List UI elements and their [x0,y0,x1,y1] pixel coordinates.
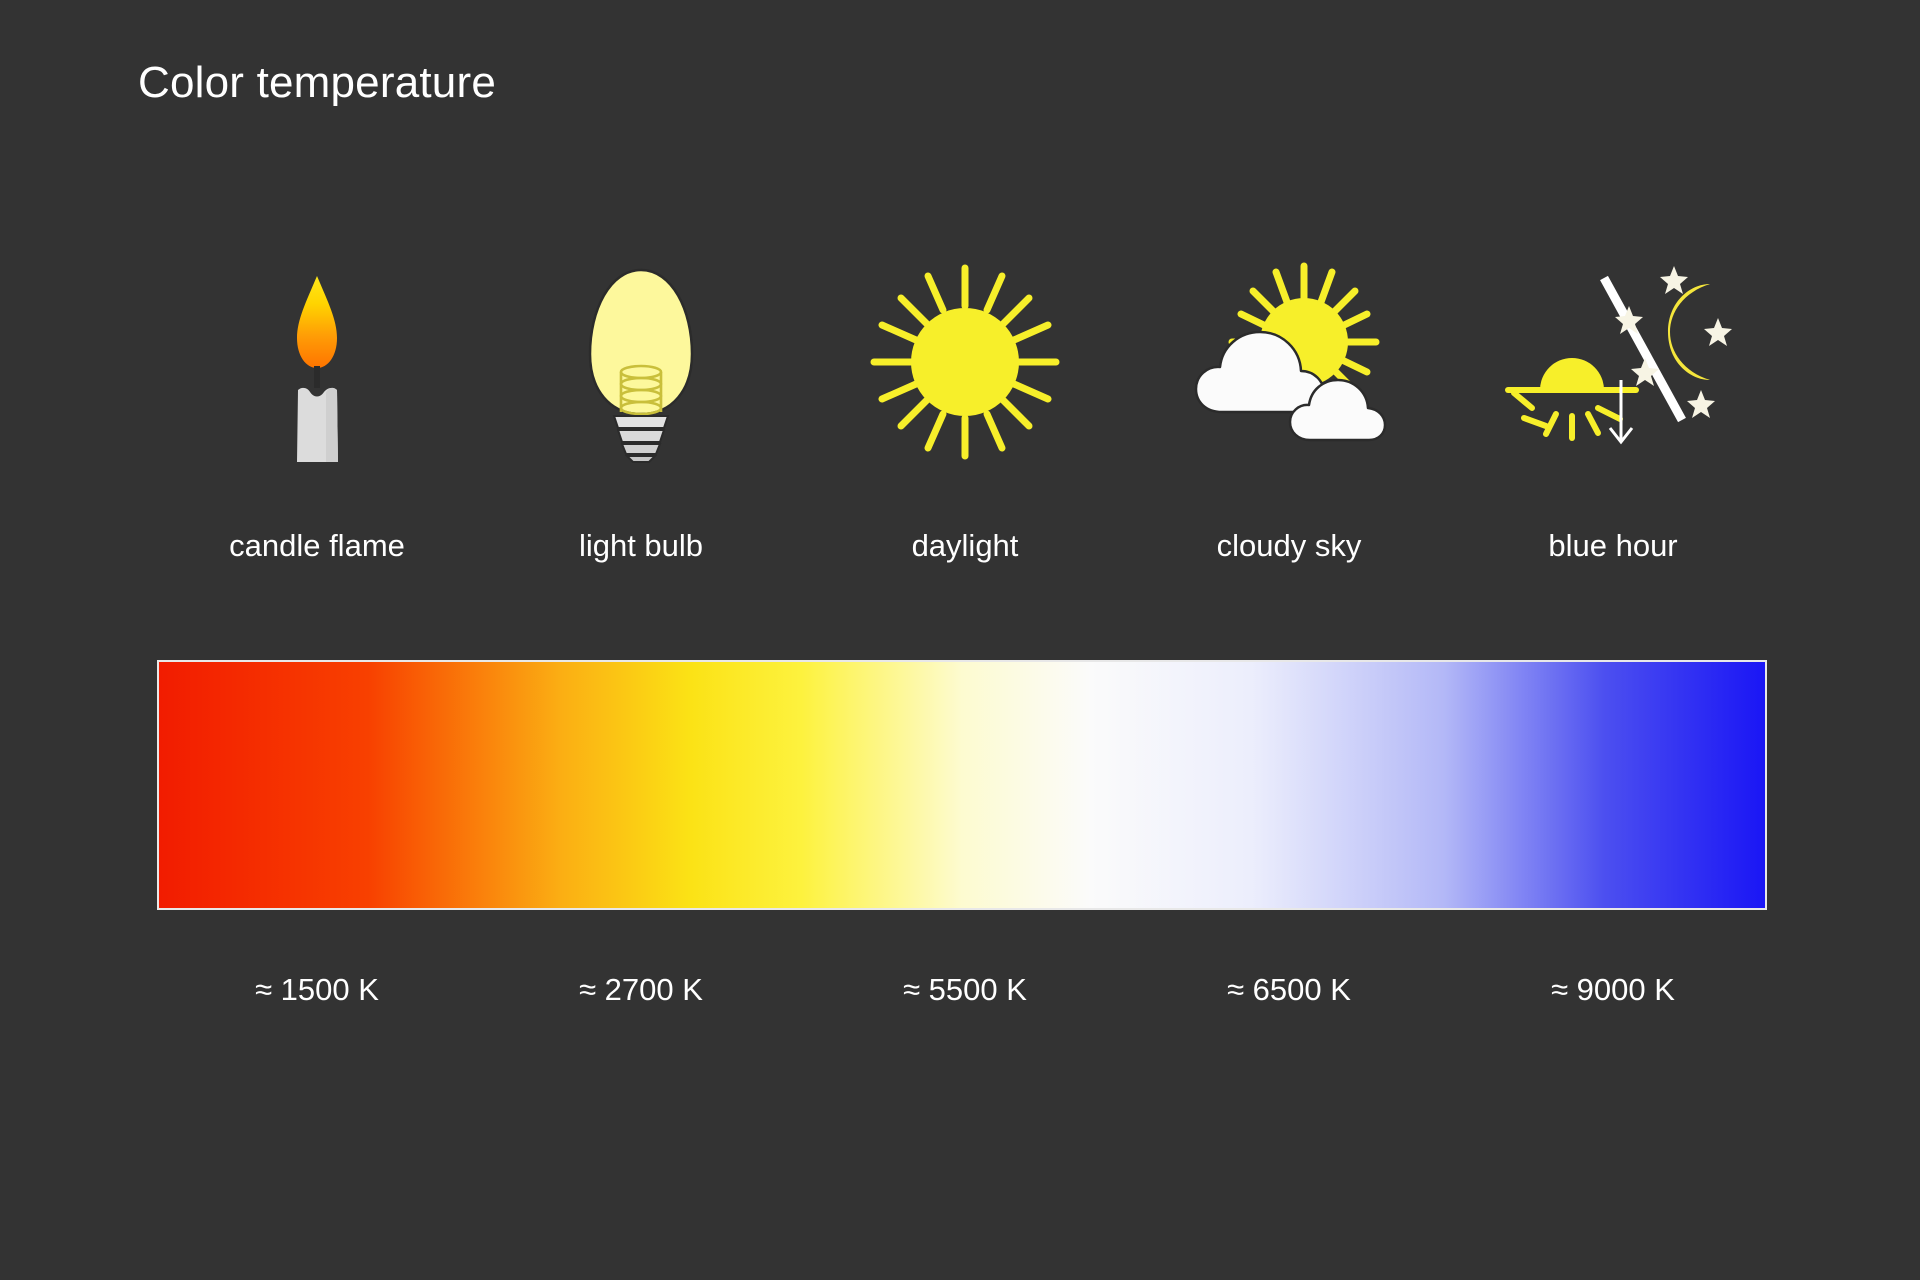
light-source-light-bulb [479,262,803,463]
candle-flame-icon [202,262,432,462]
kelvin-daylight: ≈ 5500 K [903,972,1027,1007]
kelvin-light-bulb: ≈ 2700 K [579,972,703,1007]
light-source-candle-flame [155,262,479,462]
blue-hour-icon [1498,262,1732,462]
light-source-daylight [803,262,1127,462]
light-bulb-icon [526,262,756,463]
kelvin-cloudy-sky: ≈ 6500 K [1227,972,1351,1007]
color-temperature-infographic: Color temperature candle flame light bul… [0,0,1920,1280]
kelvin-value-row: ≈ 1500 K ≈ 2700 K ≈ 5500 K ≈ 6500 K ≈ 90… [155,972,1775,1008]
daylight-sun-icon [850,262,1080,462]
label-candle-flame: candle flame [229,528,405,563]
cloudy-sky-icon [1174,262,1404,462]
candle-wick [314,366,320,388]
candle-body-shade [326,387,338,462]
page-title: Color temperature [138,58,496,107]
setting-sun-disc [1540,358,1604,390]
divider-line [1600,275,1686,423]
label-daylight: daylight [911,528,1019,563]
label-cloudy-sky: cloudy sky [1216,528,1362,563]
candle-flame-shape [297,276,337,368]
star-icon [1687,390,1715,418]
bulb-glass [588,268,694,416]
crescent-moon-icon [1668,284,1710,380]
color-temperature-gradient-bar [157,660,1767,910]
star-icon [1660,266,1688,294]
light-source-blue-hour [1451,262,1775,462]
kelvin-candle-flame: ≈ 1500 K [255,972,379,1007]
star-icon [1704,318,1732,346]
label-blue-hour: blue hour [1548,528,1678,563]
setting-sun-rays [1511,390,1623,441]
bulb-screw-base [612,415,670,463]
light-source-label-row: candle flame light bulb daylight cloudy … [155,528,1775,564]
sun-disc [911,308,1019,416]
label-light-bulb: light bulb [578,528,704,563]
kelvin-blue-hour: ≈ 9000 K [1551,972,1675,1007]
light-source-cloudy-sky [1127,262,1451,462]
light-source-icon-row [155,262,1775,463]
